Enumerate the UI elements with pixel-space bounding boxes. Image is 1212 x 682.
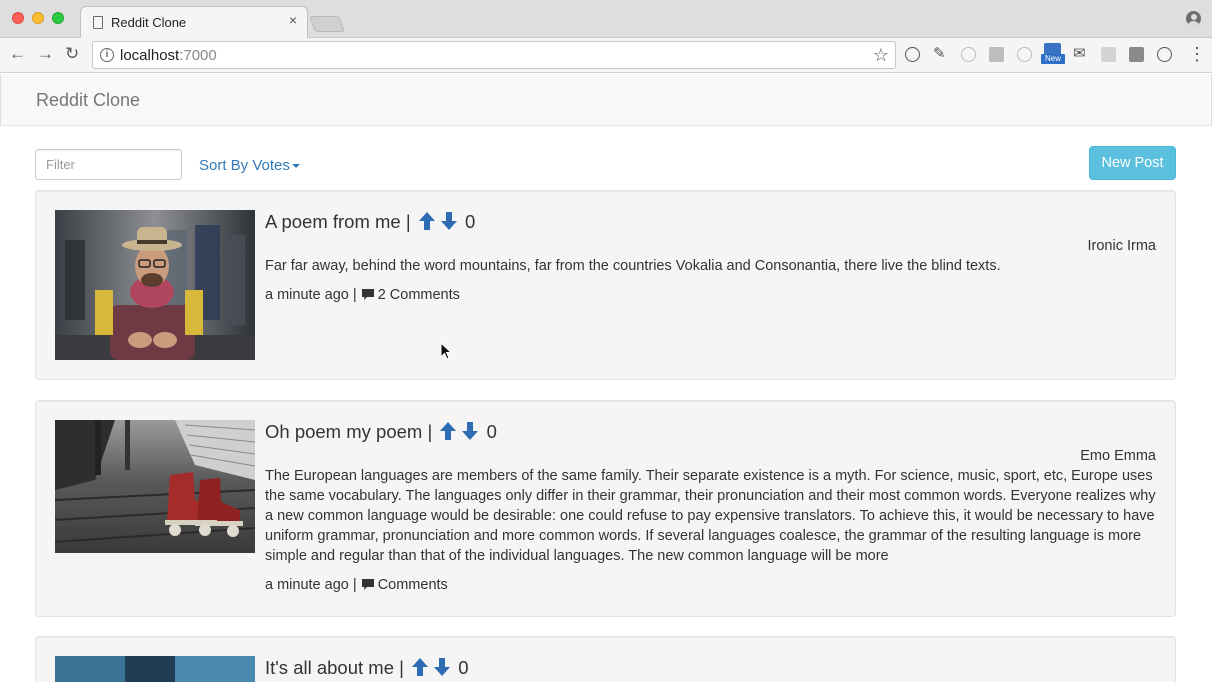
new-post-button[interactable]: New Post (1089, 146, 1176, 180)
forward-icon[interactable]: → (37, 44, 54, 64)
post-time: a minute ago (265, 577, 349, 593)
chevron-down-icon (291, 164, 300, 169)
extension-password-icon[interactable] (905, 47, 920, 62)
url-host: localhost (120, 47, 180, 64)
downvote-arrow-icon[interactable] (440, 211, 458, 231)
tab-close-icon[interactable]: × (289, 12, 297, 28)
post-card: A poem from me | 0 Ironic Irma Far far a… (35, 190, 1176, 380)
post-title[interactable]: Oh poem my poem (265, 421, 422, 442)
browser-tabstrip: Reddit Clone × (0, 0, 1212, 39)
comments-link[interactable]: Comments (361, 577, 448, 593)
reload-icon[interactable]: ↻ (65, 44, 79, 64)
comments-link[interactable]: 2 Comments (361, 287, 460, 303)
extension-mail-icon[interactable]: ✉ (1073, 45, 1086, 63)
post-meta: a minute ago | Comments (265, 577, 448, 593)
downvote-arrow-icon[interactable] (461, 421, 479, 441)
navbar-brand[interactable]: Reddit Clone (36, 90, 140, 111)
app-navbar: Reddit Clone (0, 74, 1212, 126)
extension-new-icon[interactable]: New (1041, 43, 1065, 64)
address-bar[interactable]: i localhost:7000 ☆ (92, 41, 896, 69)
page-icon (93, 16, 103, 29)
profile-icon[interactable] (1186, 11, 1201, 26)
upvote-arrow-icon[interactable] (439, 421, 457, 441)
vote-score: 0 (464, 211, 476, 232)
extension-window-icon[interactable] (1129, 47, 1144, 62)
back-icon[interactable]: ← (9, 44, 26, 64)
url-port: :7000 (179, 47, 217, 64)
post-title[interactable]: A poem from me (265, 211, 401, 232)
post-heading: A poem from me | 0 (265, 211, 475, 233)
man-with-hat-photo (55, 210, 255, 360)
post-thumbnail (55, 210, 255, 360)
upvote-arrow-icon[interactable] (418, 211, 436, 231)
extension-pen-icon[interactable]: ✎ (933, 45, 946, 63)
new-tab-button[interactable] (309, 16, 345, 32)
title-separator: | (399, 657, 404, 678)
post-card: It's all about me | 0 (35, 636, 1176, 682)
extension-grid-icon[interactable] (989, 47, 1004, 62)
window-maximize-button[interactable] (52, 12, 64, 24)
browser-menu-icon[interactable]: ⋮ (1188, 45, 1206, 63)
post-body: The European languages are members of th… (265, 468, 1156, 564)
post-meta: a minute ago | 2 Comments (265, 287, 460, 303)
comment-icon (361, 289, 374, 300)
denim-photo (55, 656, 255, 682)
post-heading: It's all about me | 0 (265, 657, 469, 679)
info-icon[interactable]: i (100, 48, 114, 62)
sort-label: Sort By Votes (199, 157, 290, 174)
filter-input[interactable] (35, 149, 182, 180)
extension-shield-icon[interactable] (1017, 47, 1032, 62)
post-body: Far far away, behind the word mountains,… (265, 258, 1001, 274)
roller-skates-photo (55, 420, 255, 553)
sort-dropdown-toggle[interactable]: Sort By Votes (199, 157, 300, 174)
vote-score: 0 (486, 421, 497, 442)
extension-chat-icon[interactable] (1101, 47, 1116, 62)
vote-score: 0 (458, 657, 469, 678)
downvote-arrow-icon[interactable] (433, 657, 451, 677)
extension-a-icon[interactable] (1157, 47, 1172, 62)
post-thumbnail (55, 420, 255, 553)
title-separator: | (405, 211, 411, 232)
post-title[interactable]: It's all about me (265, 657, 394, 678)
mouse-cursor-icon (440, 342, 452, 360)
comments-count: Comments (377, 577, 448, 593)
upvote-arrow-icon[interactable] (411, 657, 429, 677)
post-card: Oh poem my poem | 0 Emo Emma The Europea… (35, 400, 1176, 617)
comments-count: 2 Comments (377, 287, 460, 303)
window-close-button[interactable] (12, 12, 24, 24)
post-heading: Oh poem my poem | 0 (265, 421, 497, 443)
title-separator: | (427, 421, 433, 442)
post-author: Emo Emma (1080, 448, 1156, 464)
comment-icon (361, 579, 374, 590)
url-text[interactable]: localhost:7000 (120, 47, 217, 64)
browser-tab-active[interactable]: Reddit Clone × (80, 6, 308, 39)
post-time: a minute ago (265, 287, 349, 303)
window-minimize-button[interactable] (32, 12, 44, 24)
browser-toolbar: ← → ↻ i localhost:7000 ☆ ✎ New ✉ ⋮ (0, 38, 1212, 73)
extension-new-badge: New (1041, 54, 1065, 64)
extension-clock-icon[interactable] (961, 47, 976, 62)
tab-title: Reddit Clone (111, 15, 187, 30)
post-author: Ironic Irma (1087, 238, 1157, 254)
meta-separator: | (352, 577, 357, 593)
bookmark-star-icon[interactable]: ☆ (873, 45, 889, 65)
meta-separator: | (352, 287, 357, 303)
post-thumbnail (55, 656, 255, 682)
